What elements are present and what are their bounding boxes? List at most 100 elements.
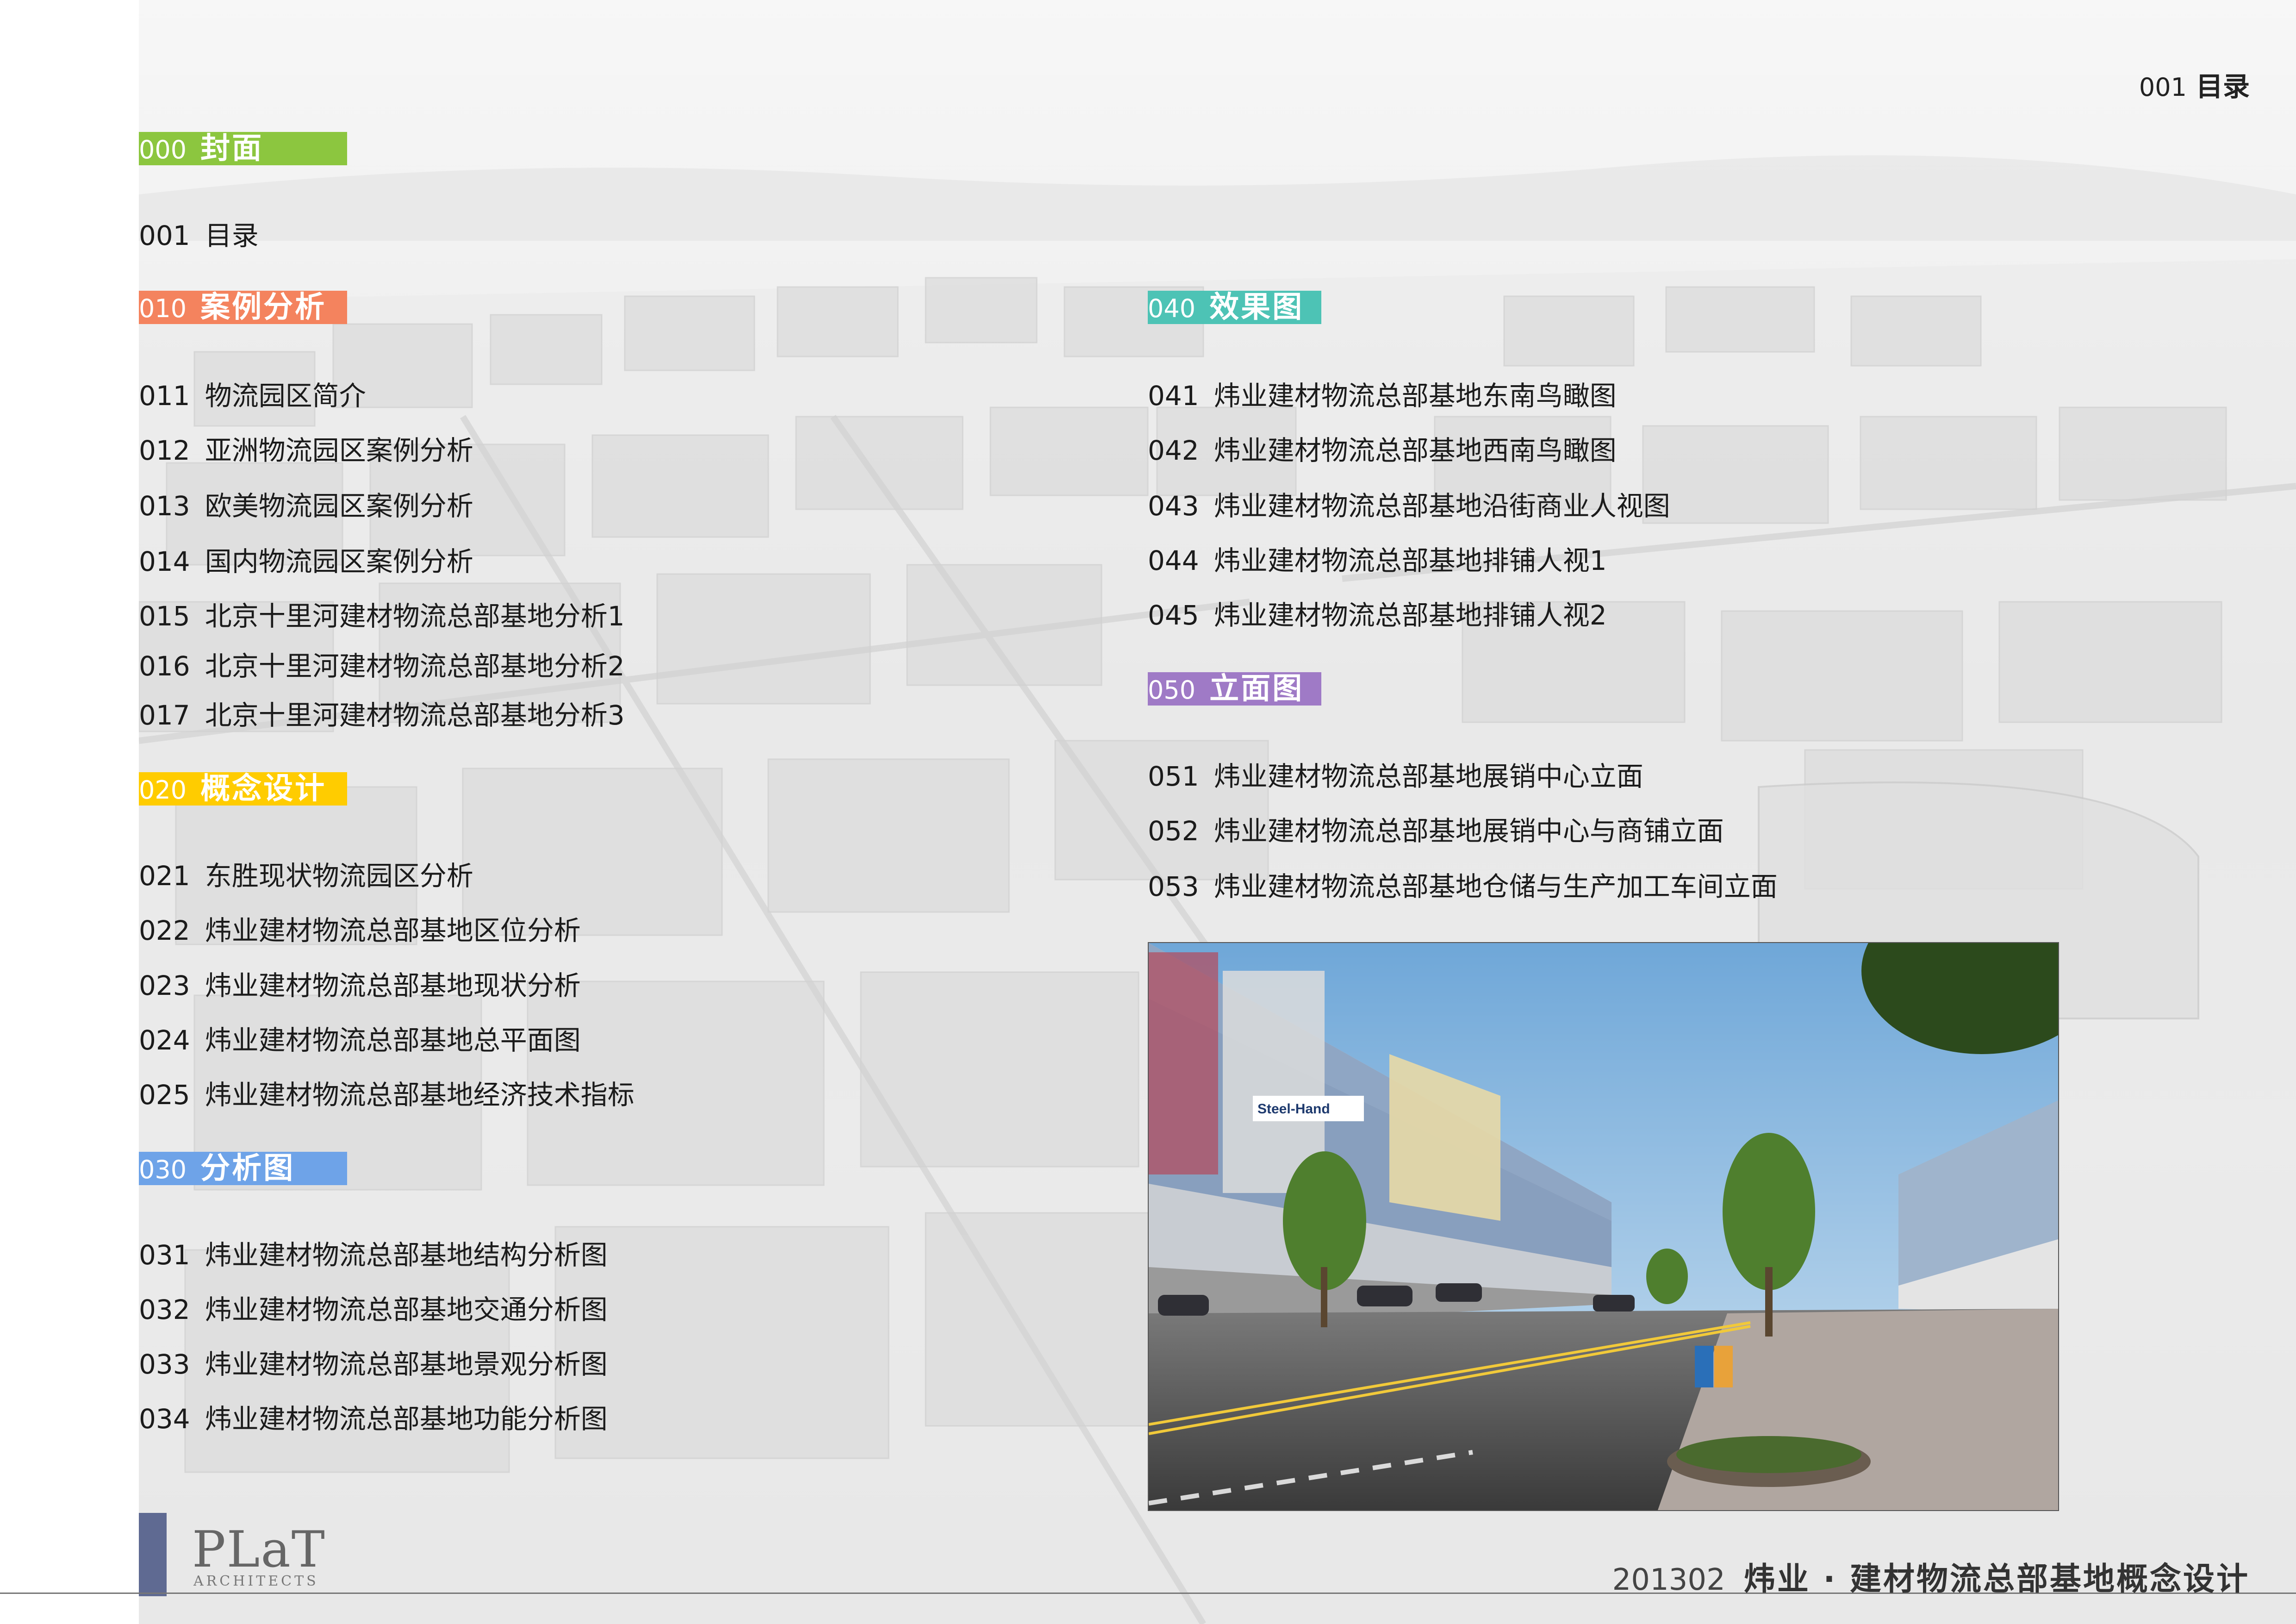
toc-item-017[interactable]: 017 北京十里河建材物流总部基地分析3 xyxy=(139,693,625,732)
item-label: 炜业建材物流总部基地经济技术指标 xyxy=(205,1079,635,1111)
toc-item-041[interactable]: 041 炜业建材物流总部基地东南鸟瞰图 xyxy=(1148,374,1617,413)
toc-item-013[interactable]: 013 欧美物流园区案例分析 xyxy=(139,484,473,523)
item-label: 炜业建材物流总部基地功能分析图 xyxy=(205,1403,608,1435)
footer-accent-bar xyxy=(139,1513,167,1596)
section-number: 050 xyxy=(1148,675,1196,705)
toc-item-015[interactable]: 015 北京十里河建材物流总部基地分析1 xyxy=(139,594,625,633)
item-number: 041 xyxy=(1148,380,1199,412)
item-number: 043 xyxy=(1148,490,1199,522)
toc-item-025[interactable]: 025 炜业建材物流总部基地经济技术指标 xyxy=(139,1073,635,1112)
item-label: 国内物流园区案例分析 xyxy=(205,546,473,577)
toc-item-045[interactable]: 045 炜业建材物流总部基地排铺人视2 xyxy=(1148,593,1607,632)
item-label: 炜业建材物流总部基地沿街商业人视图 xyxy=(1213,490,1670,522)
page-header: 001 目录 xyxy=(2139,65,2250,104)
firm-logo: PLaT xyxy=(192,1521,326,1579)
toc-item-024[interactable]: 024 炜业建材物流总部基地总平面图 xyxy=(139,1018,581,1057)
year-code: 201302 xyxy=(1612,1563,1725,1597)
item-number: 001 xyxy=(139,220,190,251)
section-number: 000 xyxy=(139,135,187,164)
toc-item-014[interactable]: 014 国内物流园区案例分析 xyxy=(139,540,473,579)
item-label: 炜业建材物流总部基地排铺人视2 xyxy=(1213,600,1607,631)
item-number: 013 xyxy=(139,490,190,522)
toc-item-044[interactable]: 044 炜业建材物流总部基地排铺人视1 xyxy=(1148,539,1607,578)
item-label: 炜业建材物流总部基地展销中心立面 xyxy=(1213,761,1643,792)
item-number: 024 xyxy=(139,1024,190,1056)
toc-item-023[interactable]: 023 炜业建材物流总部基地现状分析 xyxy=(139,964,581,1003)
section-number: 010 xyxy=(139,294,187,323)
toc-item-042[interactable]: 042 炜业建材物流总部基地西南鸟瞰图 xyxy=(1148,429,1617,468)
section-title: 概念设计 xyxy=(200,772,327,806)
toc-item-053[interactable]: 053 炜业建材物流总部基地仓储与生产加工车间立面 xyxy=(1148,865,1778,904)
toc-item-034[interactable]: 034 炜业建材物流总部基地功能分析图 xyxy=(139,1397,608,1436)
item-number: 022 xyxy=(139,915,190,946)
item-label: 物流园区简介 xyxy=(205,380,366,412)
page-title: 目录 xyxy=(2196,71,2250,102)
item-number: 051 xyxy=(1148,761,1199,792)
toc-item-032[interactable]: 032 炜业建材物流总部基地交通分析图 xyxy=(139,1288,608,1327)
toc-item-043[interactable]: 043 炜业建材物流总部基地沿街商业人视图 xyxy=(1148,484,1670,523)
toc-item-001[interactable]: 001 目录 xyxy=(139,214,259,253)
section-header-renderings: 040 效果图 xyxy=(1148,291,1321,324)
item-label: 炜业建材物流总部基地景观分析图 xyxy=(205,1349,608,1380)
item-label: 炜业建材物流总部基地东南鸟瞰图 xyxy=(1213,380,1617,412)
firm-logo-subtitle: ARCHITECTS xyxy=(193,1573,319,1589)
project-title: 炜业 · 建材物流总部基地概念设计 xyxy=(1743,1561,2250,1598)
page-number: 001 xyxy=(2139,73,2187,102)
item-number: 017 xyxy=(139,700,190,731)
item-number: 034 xyxy=(139,1403,190,1435)
item-label: 东胜现状物流园区分析 xyxy=(205,860,473,892)
street-view-rendering: Steel-Hand xyxy=(1148,942,2059,1511)
item-label: 炜业建材物流总部基地仓储与生产加工车间立面 xyxy=(1213,871,1778,902)
section-header-analysis-diagrams: 030 分析图 xyxy=(139,1152,347,1185)
section-header-concept-design: 020 概念设计 xyxy=(139,772,347,806)
item-number: 033 xyxy=(139,1349,190,1380)
item-label: 炜业建材物流总部基地排铺人视1 xyxy=(1213,545,1607,576)
item-label: 炜业建材物流总部基地区位分析 xyxy=(205,915,581,946)
item-label: 北京十里河建材物流总部基地分析1 xyxy=(205,600,625,632)
item-number: 053 xyxy=(1148,871,1199,902)
item-number: 015 xyxy=(139,600,190,632)
item-number: 052 xyxy=(1148,815,1199,847)
toc-item-051[interactable]: 051 炜业建材物流总部基地展销中心立面 xyxy=(1148,755,1643,793)
item-number: 042 xyxy=(1148,435,1199,466)
item-number: 012 xyxy=(139,435,190,466)
footer-title: 201302 炜业 · 建材物流总部基地概念设计 xyxy=(1612,1553,2250,1599)
item-number: 044 xyxy=(1148,545,1199,576)
toc-item-052[interactable]: 052 炜业建材物流总部基地展销中心与商铺立面 xyxy=(1148,809,1724,848)
item-label: 欧美物流园区案例分析 xyxy=(205,490,473,522)
toc-item-031[interactable]: 031 炜业建材物流总部基地结构分析图 xyxy=(139,1233,608,1272)
facade-sign: Steel-Hand xyxy=(1257,1101,1330,1117)
section-number: 030 xyxy=(139,1155,187,1184)
item-label: 炜业建材物流总部基地现状分析 xyxy=(205,970,581,1001)
section-title: 立面图 xyxy=(1209,672,1304,706)
toc-item-033[interactable]: 033 炜业建材物流总部基地景观分析图 xyxy=(139,1343,608,1381)
item-label: 炜业建材物流总部基地展销中心与商铺立面 xyxy=(1213,815,1724,847)
section-header-cover: 000 封面 xyxy=(139,132,347,165)
item-number: 023 xyxy=(139,970,190,1001)
item-label: 目录 xyxy=(205,220,259,251)
item-label: 北京十里河建材物流总部基地分析2 xyxy=(205,650,625,682)
section-number: 040 xyxy=(1148,294,1196,323)
item-label: 北京十里河建材物流总部基地分析3 xyxy=(205,700,625,731)
item-number: 021 xyxy=(139,860,190,892)
section-header-elevations: 050 立面图 xyxy=(1148,672,1321,706)
section-title: 分析图 xyxy=(200,1151,295,1186)
section-number: 020 xyxy=(139,775,187,805)
item-number: 011 xyxy=(139,380,190,412)
section-title: 案例分析 xyxy=(200,290,327,325)
item-number: 045 xyxy=(1148,600,1199,631)
item-label: 炜业建材物流总部基地西南鸟瞰图 xyxy=(1213,435,1617,466)
toc-item-016[interactable]: 016 北京十里河建材物流总部基地分析2 xyxy=(139,644,625,683)
item-label: 炜业建材物流总部基地总平面图 xyxy=(205,1024,581,1056)
toc-item-011[interactable]: 011 物流园区简介 xyxy=(139,374,366,413)
item-label: 炜业建材物流总部基地交通分析图 xyxy=(205,1294,608,1325)
left-margin xyxy=(0,0,139,1624)
section-title: 封面 xyxy=(200,131,264,166)
item-label: 亚洲物流园区案例分析 xyxy=(205,435,473,466)
toc-item-021[interactable]: 021 东胜现状物流园区分析 xyxy=(139,854,473,893)
toc-item-022[interactable]: 022 炜业建材物流总部基地区位分析 xyxy=(139,909,581,948)
section-title: 效果图 xyxy=(1209,290,1304,325)
item-number: 032 xyxy=(139,1294,190,1325)
toc-item-012[interactable]: 012 亚洲物流园区案例分析 xyxy=(139,429,473,468)
item-number: 031 xyxy=(139,1239,190,1271)
